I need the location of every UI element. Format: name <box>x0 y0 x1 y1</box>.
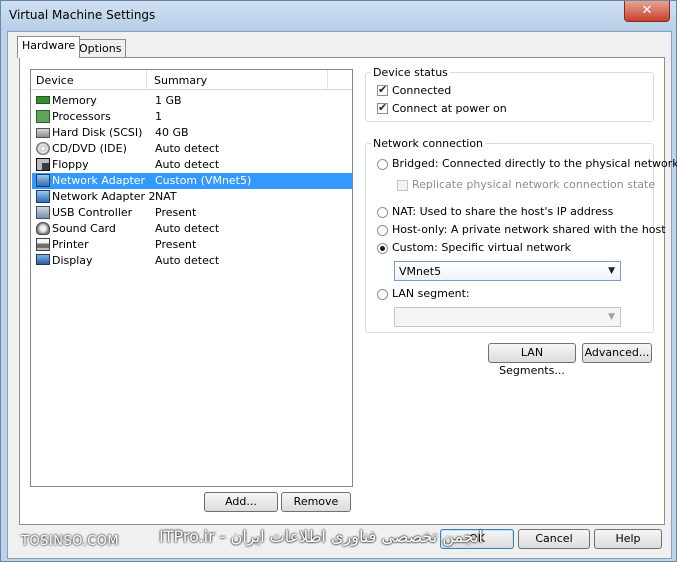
host-only-radio[interactable] <box>377 225 388 236</box>
custom-label[interactable]: Custom: Specific virtual network <box>392 241 571 254</box>
network-adapter-icon <box>36 174 50 187</box>
window: Virtual Machine Settings ✕ Hardware Opti… <box>0 0 677 562</box>
close-icon: ✕ <box>641 3 653 18</box>
checkmark-icon: ✔ <box>378 101 388 114</box>
device-row-printer[interactable]: Printer Present <box>32 237 352 253</box>
close-button[interactable]: ✕ <box>624 1 670 22</box>
display-icon <box>36 254 50 265</box>
device-row-network-adapter[interactable]: Network Adapter Custom (VMnet5) <box>32 173 352 189</box>
device-row-network-adapter-2[interactable]: Network Adapter 2 NAT <box>32 189 352 205</box>
device-status-title: Device status <box>371 66 450 79</box>
bridged-label[interactable]: Bridged: Connected directly to the physi… <box>392 157 677 170</box>
device-row-display[interactable]: Display Auto detect <box>32 253 352 269</box>
device-list[interactable]: Device Summary Memory 1 GB Processors 1 <box>30 69 353 487</box>
network-connection-group: Network connection Bridged: Connected di… <box>365 137 677 333</box>
remove-button[interactable]: Remove <box>281 492 351 512</box>
cd-dvd-icon <box>36 142 50 155</box>
device-list-header: Device Summary <box>31 70 352 90</box>
device-row-sound-card[interactable]: Sound Card Auto detect <box>32 221 352 237</box>
tab-options-label: Options <box>79 42 122 55</box>
custom-network-value: VMnet5 <box>399 265 442 278</box>
usb-icon <box>36 206 50 219</box>
memory-icon <box>36 96 50 104</box>
column-divider <box>146 70 147 89</box>
hard-disk-icon <box>36 128 50 138</box>
device-row-usb-controller[interactable]: USB Controller Present <box>32 205 352 221</box>
custom-radio[interactable] <box>377 243 388 254</box>
dropdown-arrow-icon: ▼ <box>608 312 615 322</box>
bridged-radio[interactable] <box>377 159 388 170</box>
watermark-right: ITPro.ir - انجمن تخصصی فناوری اطلاعات ای… <box>159 527 483 546</box>
checkmark-icon: ✔ <box>378 83 388 96</box>
processor-icon <box>36 110 50 123</box>
nat-radio[interactable] <box>377 207 388 218</box>
replicate-state-checkbox[interactable] <box>397 180 408 191</box>
watermark-left: TOSINSO.COM <box>21 534 120 549</box>
device-row-hard-disk[interactable]: Hard Disk (SCSI) 40 GB <box>32 125 352 141</box>
device-column-header[interactable]: Device <box>36 74 74 87</box>
tab-hardware-label: Hardware <box>22 39 76 52</box>
connect-at-power-on-checkbox[interactable]: ✔ <box>377 101 388 114</box>
custom-network-select[interactable]: VMnet5 ▼ <box>394 261 621 281</box>
dropdown-arrow-icon: ▼ <box>608 266 615 276</box>
connected-checkbox[interactable]: ✔ <box>377 83 388 96</box>
network-connection-title: Network connection <box>371 137 486 150</box>
connect-at-power-on-label[interactable]: Connect at power on <box>392 102 507 115</box>
floppy-icon <box>36 158 50 171</box>
device-row-processors[interactable]: Processors 1 <box>32 109 352 125</box>
dialog-client-area: Hardware Options Device Summary Memory 1… <box>7 31 677 559</box>
connected-label[interactable]: Connected <box>392 84 451 97</box>
title-bar[interactable]: Virtual Machine Settings ✕ <box>1 1 676 31</box>
advanced-button[interactable]: Advanced... <box>582 343 652 363</box>
lan-segments-button[interactable]: LAN Segments... <box>488 343 576 377</box>
lan-segment-select[interactable]: ▼ <box>394 307 621 327</box>
hardware-panel: Device Summary Memory 1 GB Processors 1 <box>19 57 677 525</box>
tab-options[interactable]: Options <box>74 39 127 58</box>
cancel-button[interactable]: Cancel <box>518 529 590 549</box>
replicate-state-label[interactable]: Replicate physical network connection st… <box>412 178 655 191</box>
column-divider <box>327 70 328 89</box>
tab-hardware[interactable]: Hardware <box>17 36 81 58</box>
host-only-label[interactable]: Host-only: A private network shared with… <box>392 223 666 236</box>
summary-column-header[interactable]: Summary <box>154 74 207 87</box>
device-row-floppy[interactable]: Floppy Auto detect <box>32 157 352 173</box>
device-status-group: Device status ✔ Connected ✔ Connect at p… <box>365 66 654 122</box>
sound-card-icon <box>36 222 50 235</box>
help-button[interactable]: Help <box>594 529 662 549</box>
printer-icon <box>36 238 50 251</box>
network-adapter-icon <box>36 190 50 203</box>
nat-label[interactable]: NAT: Used to share the host's IP address <box>392 205 613 218</box>
device-row-memory[interactable]: Memory 1 GB <box>32 93 352 109</box>
add-button[interactable]: Add... <box>204 492 278 512</box>
window-title: Virtual Machine Settings <box>9 8 156 22</box>
device-row-cd-dvd[interactable]: CD/DVD (IDE) Auto detect <box>32 141 352 157</box>
lan-segment-label[interactable]: LAN segment: <box>392 287 470 300</box>
lan-segment-radio[interactable] <box>377 289 388 300</box>
